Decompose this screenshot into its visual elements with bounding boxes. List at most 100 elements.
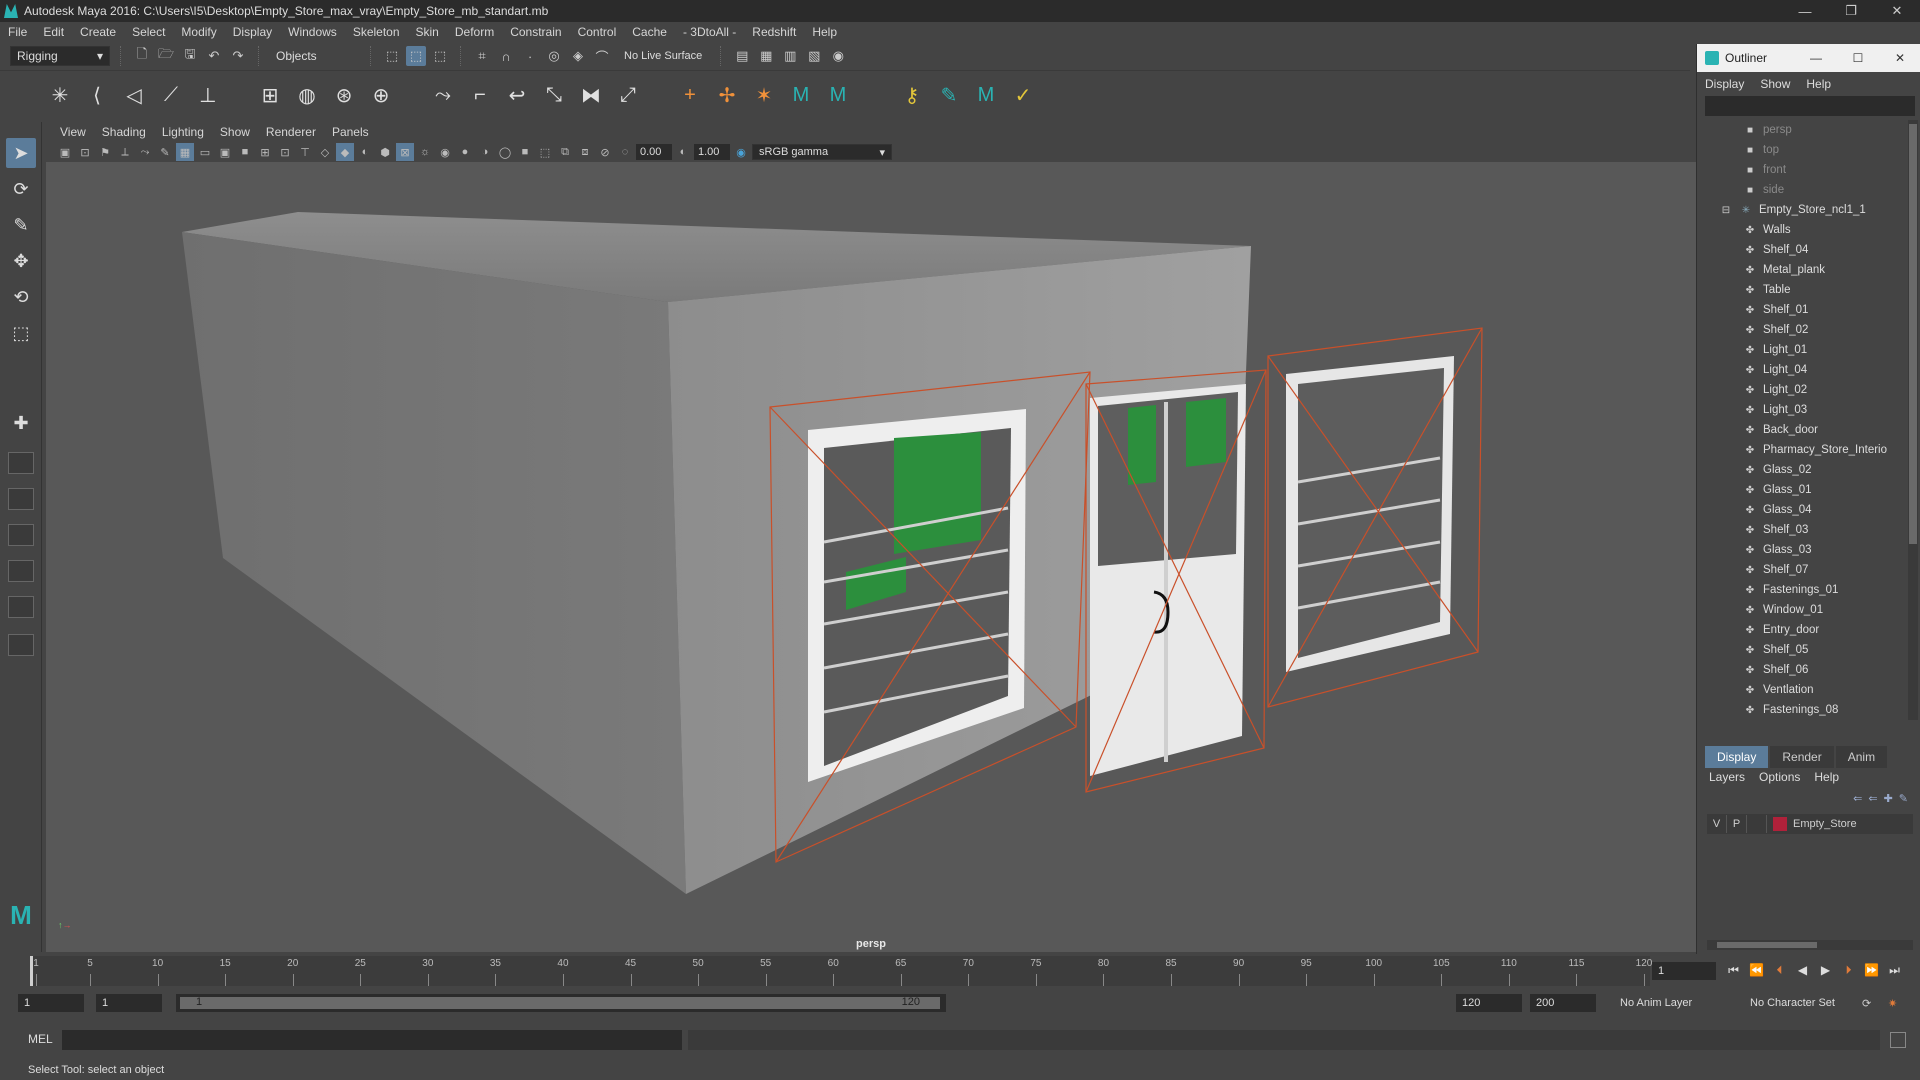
menu-edit[interactable]: Edit (35, 25, 72, 39)
outliner-item-entry-door[interactable]: ✤ Entry_door (1697, 620, 1907, 640)
character-set-dropdown[interactable]: No Character Set (1750, 994, 1860, 1012)
aim-constraint-icon[interactable]: ↩ (503, 81, 531, 111)
outliner-scrollbar[interactable] (1908, 120, 1918, 720)
preferences-icon[interactable]: ✷ (1888, 994, 1897, 1012)
outliner-item-glass-02[interactable]: ✤ Glass_02 (1697, 460, 1907, 480)
outliner-item-fastenings-01[interactable]: ✤ Fastenings_01 (1697, 580, 1907, 600)
layout-collapse-icon[interactable] (8, 634, 34, 656)
use-lights-icon[interactable]: ◉ (436, 143, 454, 161)
gamma-field[interactable]: 1.00 (694, 144, 730, 160)
layout-stack-icon[interactable] (8, 524, 34, 546)
collapse-icon[interactable]: ⊟ (1719, 204, 1733, 216)
menu-modify[interactable]: Modify (173, 25, 224, 39)
command-input[interactable] (62, 1030, 682, 1050)
step-forward-key-icon[interactable]: ⏩ (1862, 960, 1881, 980)
bookmark-icon[interactable]: ⚑ (96, 143, 114, 161)
gate-mask-icon[interactable]: ■ (236, 143, 254, 161)
play-forward-icon[interactable]: ▶ (1816, 960, 1835, 980)
outliner-item-shelf-07[interactable]: ✤ Shelf_07 (1697, 560, 1907, 580)
tab-display[interactable]: Display (1705, 746, 1769, 768)
outliner-search-input[interactable] (1705, 96, 1915, 116)
snap-curve-icon[interactable]: ∩ (496, 46, 516, 66)
exposure-icon[interactable]: ◌ (616, 143, 634, 161)
redo-icon[interactable]: ↷ (228, 46, 248, 66)
create-joint-icon[interactable]: ✳ (46, 81, 74, 111)
outliner-menu-display[interactable]: Display (1705, 77, 1760, 91)
layer-color-swatch[interactable] (1773, 817, 1787, 831)
resolution-gate-icon[interactable]: ▣ (216, 143, 234, 161)
ipr-render-icon[interactable]: ▥ (780, 46, 800, 66)
select-tool-icon[interactable]: ➤ (6, 138, 36, 168)
orient-constraint-icon[interactable]: ⌐ (466, 81, 494, 111)
vp-menu-show[interactable]: Show (212, 125, 258, 139)
minimize-button[interactable]: — (1782, 0, 1828, 22)
camera-lock-icon[interactable]: ⊡ (76, 143, 94, 161)
outliner-item-persp[interactable]: ■ persp (1697, 120, 1907, 140)
layer-playback-toggle[interactable]: P (1727, 815, 1747, 833)
scale-constraint-icon[interactable]: ⤡ (540, 81, 568, 111)
wireframe-icon[interactable]: ◇ (316, 143, 334, 161)
anim-layer-dropdown[interactable]: No Anim Layer (1620, 994, 1730, 1012)
outliner-item-shelf-02[interactable]: ✤ Shelf_02 (1697, 320, 1907, 340)
color-management-icon[interactable]: ◉ (732, 143, 750, 161)
snap-point-icon[interactable]: ∙ (520, 46, 540, 66)
outliner-item-light-01[interactable]: ✤ Light_01 (1697, 340, 1907, 360)
go-to-start-icon[interactable]: ⏮ (1724, 960, 1743, 980)
xray-active-icon[interactable]: ⧈ (576, 143, 594, 161)
outliner-item-walls[interactable]: ✤ Walls (1697, 220, 1907, 240)
menu-cache[interactable]: Cache (624, 25, 675, 39)
step-forward-frame-icon[interactable]: ⏵ (1839, 960, 1858, 980)
scrollbar-thumb[interactable] (1717, 942, 1817, 948)
motion-blur-icon[interactable]: ◯ (496, 143, 514, 161)
film-gate-icon[interactable]: ▭ (196, 143, 214, 161)
vp-menu-lighting[interactable]: Lighting (154, 125, 212, 139)
safe-title-icon[interactable]: ⊤ (296, 143, 314, 161)
close-button[interactable]: ✕ (1874, 0, 1920, 22)
outliner-item-metal-plank[interactable]: ✤ Metal_plank (1697, 260, 1907, 280)
view-transform-icon[interactable]: ⤳ (136, 143, 154, 161)
layout-single-icon[interactable]: ✚ (6, 408, 36, 438)
render-frame-icon[interactable]: ▦ (756, 46, 776, 66)
snap-surface-icon[interactable]: ◈ (568, 46, 588, 66)
cluster-handle-icon[interactable]: ✶ (750, 81, 778, 111)
layer-editor-scrollbar[interactable] (1707, 940, 1913, 950)
outliner-item-light-02[interactable]: ✤ Light_02 (1697, 380, 1907, 400)
maya-tool-a-icon[interactable]: M (787, 81, 815, 111)
move-layer-up-icon[interactable]: ⇐ (1853, 792, 1862, 805)
outliner-item-shelf-06[interactable]: ✤ Shelf_06 (1697, 660, 1907, 680)
outliner-item-glass-01[interactable]: ✤ Glass_01 (1697, 480, 1907, 500)
select-object-icon[interactable]: ⬚ (406, 46, 426, 66)
layout-outliner-icon[interactable] (8, 560, 34, 582)
bind-skin-icon[interactable]: ⊞ (256, 81, 284, 111)
go-to-end-icon[interactable]: ⏭ (1885, 960, 1904, 980)
exposure-field[interactable]: 0.00 (636, 144, 672, 160)
layer-menu-options[interactable]: Options (1759, 770, 1814, 784)
outliner-item-back-door[interactable]: ✤ Back_door (1697, 420, 1907, 440)
current-frame-field[interactable]: 1 (1652, 962, 1716, 980)
image-plane-icon[interactable]: ⟂ (116, 143, 134, 161)
layer-row-empty-store[interactable]: V P Empty_Store (1707, 814, 1913, 834)
lattice-icon[interactable]: ⊛ (330, 81, 358, 111)
menu-3dtoall[interactable]: - 3DtoAll - (675, 25, 744, 39)
locator-icon[interactable]: + (676, 81, 704, 111)
viewport-persp[interactable]: ↑→ persp (46, 162, 1696, 952)
isolate-select-icon[interactable]: ⬚ (536, 143, 554, 161)
outliner-item-ventlation[interactable]: ✤ Ventlation (1697, 680, 1907, 700)
lasso-tool-icon[interactable]: ⟳ (6, 174, 36, 204)
range-slider[interactable]: 1 120 (176, 994, 946, 1012)
menu-skin[interactable]: Skin (408, 25, 447, 39)
ik-handle-icon[interactable]: ◁ (120, 81, 148, 111)
layout-graph-icon[interactable] (8, 596, 34, 618)
set-driven-key-icon[interactable]: ⚷ (898, 81, 926, 111)
grid-icon[interactable]: ▦ (176, 143, 194, 161)
default-material-icon[interactable]: ◐ (356, 143, 374, 161)
cluster-icon[interactable]: ⊕ (367, 81, 395, 111)
menu-set-dropdown[interactable]: Rigging ▾ (10, 46, 110, 66)
mirror-joint-icon[interactable]: ⊥ (194, 81, 222, 111)
select-hierarchy-icon[interactable]: ⬚ (382, 46, 402, 66)
maya-tool-c-icon[interactable]: M (972, 81, 1000, 111)
range-slider-bar-fill[interactable] (180, 997, 940, 1009)
outliner-item-light-04[interactable]: ✤ Light_04 (1697, 360, 1907, 380)
color-space-dropdown[interactable]: sRGB gamma ▾ (752, 144, 892, 160)
script-editor-icon[interactable] (1890, 1032, 1906, 1048)
